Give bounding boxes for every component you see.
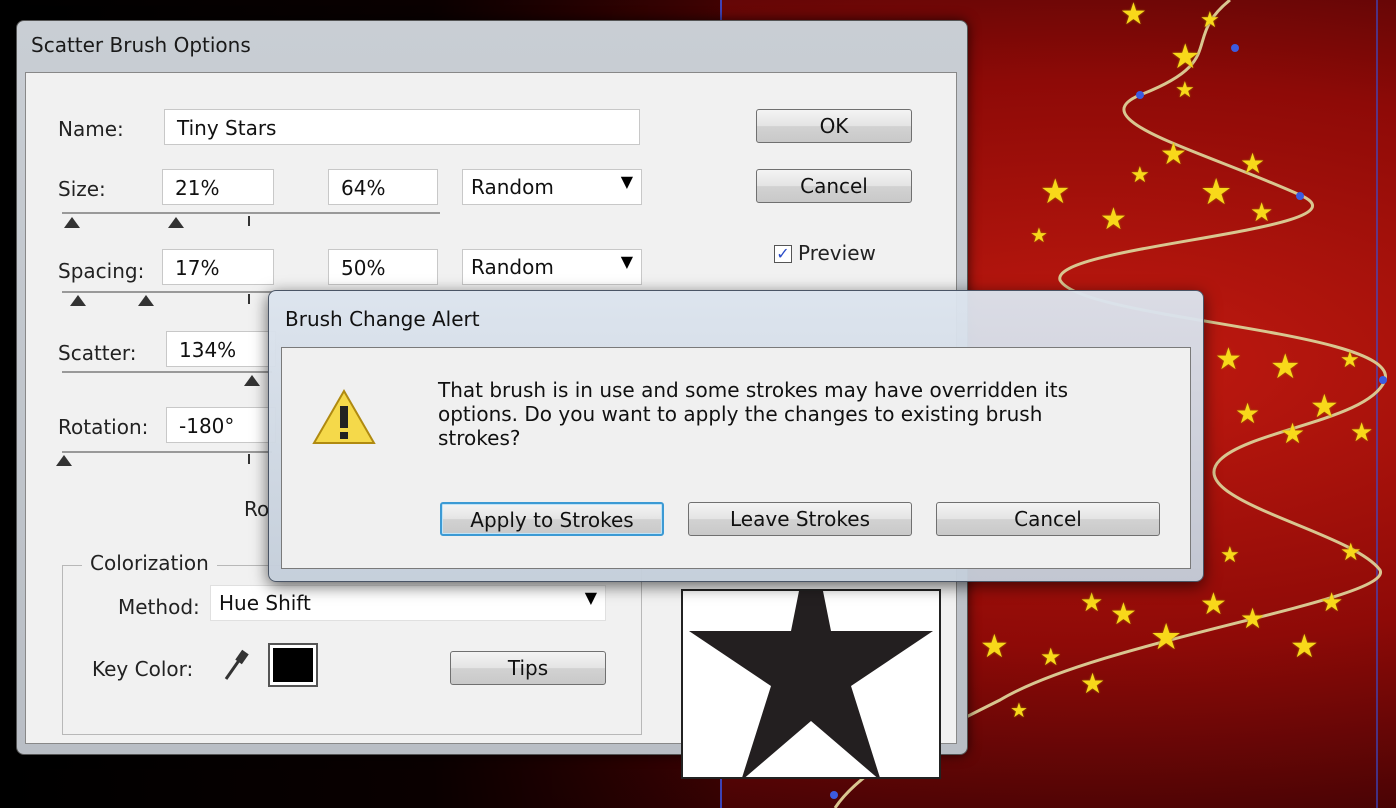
- dialog-title: Scatter Brush Options: [31, 33, 251, 57]
- name-label: Name:: [58, 117, 124, 141]
- spacing-label: Spacing:: [58, 259, 145, 283]
- spacing-slider-track[interactable]: [62, 291, 272, 293]
- spacing-mode-select[interactable]: Random ▼: [462, 249, 642, 285]
- scatter-label: Scatter:: [58, 341, 137, 365]
- alert-cancel-button[interactable]: Cancel: [936, 502, 1160, 536]
- size-min-slider-handle[interactable]: [64, 217, 80, 228]
- rotation-relative-label: Ro: [244, 497, 270, 521]
- spacing-max-slider-handle[interactable]: [138, 295, 154, 306]
- size-max-slider-handle[interactable]: [168, 217, 184, 228]
- key-color-fill: [273, 648, 313, 682]
- method-value: Hue Shift: [219, 591, 311, 615]
- size-max-field[interactable]: 64%: [328, 169, 438, 205]
- method-select[interactable]: Hue Shift ▼: [210, 585, 606, 621]
- spacing-min-slider-handle[interactable]: [70, 295, 86, 306]
- star-preview-icon: [689, 531, 933, 781]
- ok-button[interactable]: OK: [756, 109, 912, 143]
- brush-preview-box: [681, 531, 941, 781]
- slider-center-tick: [248, 216, 250, 226]
- rotation-label: Rotation:: [58, 415, 149, 439]
- chevron-down-icon: ▼: [620, 252, 633, 271]
- method-label: Method:: [118, 595, 200, 619]
- apply-to-strokes-button[interactable]: Apply to Strokes: [440, 502, 664, 536]
- eyedropper-icon[interactable]: [222, 649, 250, 683]
- size-mode-value: Random: [471, 175, 554, 199]
- warning-icon: [312, 388, 376, 450]
- size-label: Size:: [58, 177, 106, 201]
- rotation-slider-track[interactable]: [62, 451, 272, 453]
- chevron-down-icon: ▼: [584, 588, 597, 607]
- alert-body: That brush is in use and some strokes ma…: [281, 347, 1191, 569]
- slider-center-tick: [248, 294, 250, 304]
- brush-change-alert-dialog: Brush Change Alert That brush is in use …: [268, 290, 1204, 582]
- colorization-label: Colorization: [82, 551, 217, 575]
- scatter-min-field[interactable]: 134%: [166, 331, 276, 367]
- scatter-slider-handle[interactable]: [244, 375, 260, 386]
- alert-message: That brush is in use and some strokes ma…: [438, 378, 1069, 450]
- rotation-slider-handle[interactable]: [56, 455, 72, 466]
- size-slider-track[interactable]: [62, 212, 440, 214]
- cancel-button[interactable]: Cancel: [756, 169, 912, 203]
- slider-center-tick: [248, 454, 250, 464]
- scatter-slider-track[interactable]: [62, 371, 272, 373]
- spacing-mode-value: Random: [471, 255, 554, 279]
- rotation-min-field[interactable]: -180°: [166, 407, 276, 443]
- key-color-label: Key Color:: [92, 657, 194, 681]
- preview-label: Preview: [798, 241, 876, 265]
- tips-button[interactable]: Tips: [450, 651, 606, 685]
- chevron-down-icon: ▼: [620, 172, 633, 191]
- alert-title: Brush Change Alert: [285, 307, 480, 331]
- leave-strokes-button[interactable]: Leave Strokes: [688, 502, 912, 536]
- name-field[interactable]: Tiny Stars: [164, 109, 640, 145]
- size-min-field[interactable]: 21%: [162, 169, 274, 205]
- preview-checkbox[interactable]: ✓: [774, 245, 792, 263]
- spacing-max-field[interactable]: 50%: [328, 249, 438, 285]
- size-mode-select[interactable]: Random ▼: [462, 169, 642, 205]
- key-color-swatch[interactable]: [268, 643, 318, 687]
- spacing-min-field[interactable]: 17%: [162, 249, 274, 285]
